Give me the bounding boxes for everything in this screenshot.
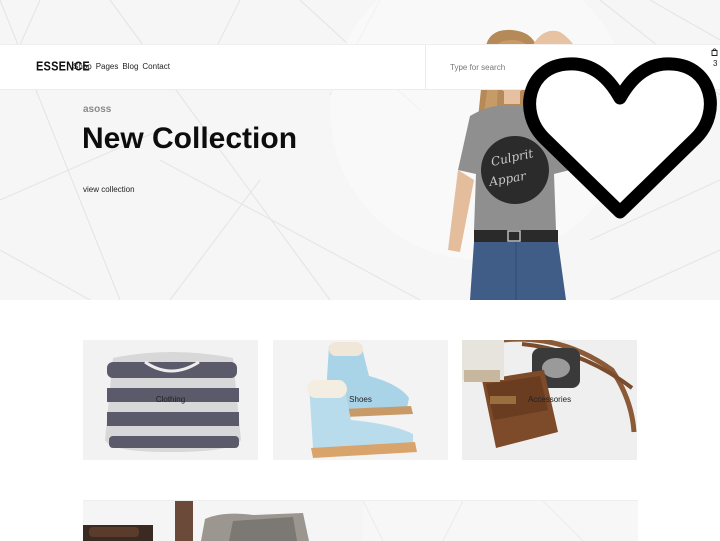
- category-label-accessories: Accessories: [527, 395, 572, 404]
- hero-title: New Collection: [82, 122, 298, 155]
- heart-outline-icon[interactable]: [522, 52, 718, 226]
- view-collection-link[interactable]: view collection: [83, 185, 135, 194]
- promo-banner-image: [83, 501, 584, 541]
- category-label-clothing: Clothing: [155, 395, 186, 404]
- category-card-accessories[interactable]: Accessories: [462, 340, 637, 460]
- hero-eyebrow: asoss: [83, 104, 112, 115]
- nav-item-pages[interactable]: Pages: [96, 62, 119, 71]
- main-nav: Shop Pages Blog Contact: [73, 62, 170, 71]
- nav-item-shop[interactable]: Shop: [73, 62, 92, 71]
- nav-item-contact[interactable]: Contact: [142, 62, 170, 71]
- category-label-shoes: Shoes: [349, 395, 372, 404]
- nav-item-blog[interactable]: Blog: [122, 62, 138, 71]
- category-card-shoes[interactable]: Shoes: [273, 340, 448, 460]
- category-card-clothing[interactable]: Clothing: [83, 340, 258, 460]
- promo-banner-preview: [83, 500, 638, 541]
